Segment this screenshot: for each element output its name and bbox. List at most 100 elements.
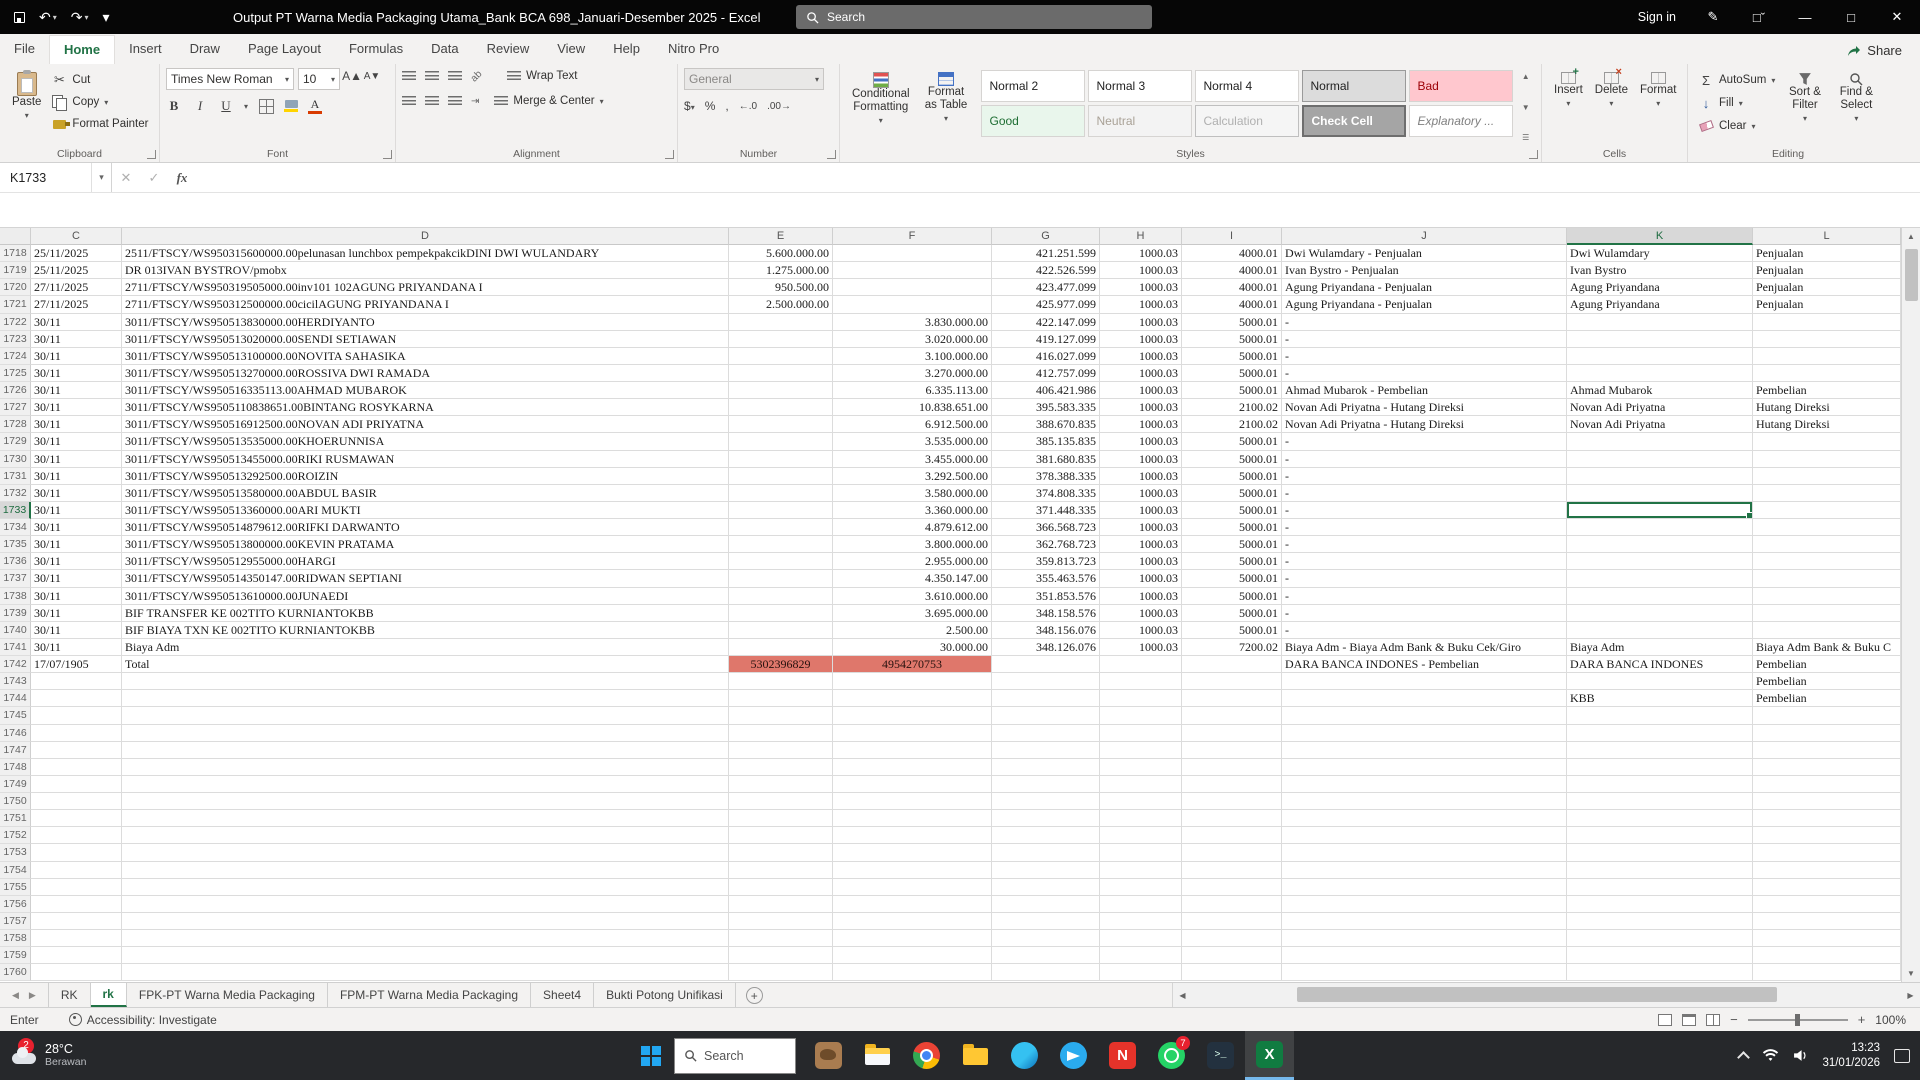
cell-style-normal-2[interactable]: Normal 2 [981,70,1085,102]
cell-I1726[interactable]: 5000.01 [1182,382,1282,399]
cell-E1725[interactable] [729,365,833,382]
cell-H1721[interactable]: 1000.03 [1100,296,1182,313]
cell-J1729[interactable]: - [1282,433,1567,450]
cell-C1723[interactable]: 30/11 [31,331,122,348]
cell-E1742[interactable]: 5302396829 [729,656,833,673]
merge-center-button[interactable]: Merge & Center▾ [490,93,607,109]
cell-J1733[interactable]: - [1282,502,1567,519]
cell-style-bad[interactable]: Bad [1409,70,1513,102]
sheet-tab-fpm-pt-warna-media-packaging[interactable]: FPM-PT Warna Media Packaging [328,983,531,1007]
cell-I1733[interactable]: 5000.01 [1182,502,1282,519]
cell-style-normal[interactable]: Normal [1302,70,1406,102]
cell-K1749[interactable] [1567,776,1753,793]
font-color-button[interactable]: A [308,99,322,114]
cell-I1732[interactable]: 5000.01 [1182,485,1282,502]
cell-I1728[interactable]: 2100.02 [1182,416,1282,433]
cell-C1724[interactable]: 30/11 [31,348,122,365]
cell-D1749[interactable] [122,776,729,793]
cell-F1760[interactable] [833,964,992,981]
cell-I1750[interactable] [1182,793,1282,810]
cell-J1752[interactable] [1282,827,1567,844]
cell-H1730[interactable]: 1000.03 [1100,451,1182,468]
cell-E1752[interactable] [729,827,833,844]
maximize-button[interactable]: □ [1828,0,1874,34]
cell-K1743[interactable] [1567,673,1753,690]
font-size-select[interactable]: 10▾ [298,68,340,90]
cell-J1748[interactable] [1282,759,1567,776]
cell-E1759[interactable] [729,947,833,964]
vertical-scrollbar[interactable]: ▲ ▼ [1901,228,1920,982]
cell-D1722[interactable]: 3011/FTSCY/WS950513830000.00HERDIYANTO [122,314,729,331]
cell-D1748[interactable] [122,759,729,776]
cell-I1735[interactable]: 5000.01 [1182,536,1282,553]
find-select-button[interactable]: Find & Select▾ [1831,68,1882,146]
cell-D1733[interactable]: 3011/FTSCY/WS950513360000.00ARI MUKTI [122,502,729,519]
taskbar-clock[interactable]: 13:23 31/01/2026 [1822,1041,1880,1071]
cell-C1728[interactable]: 30/11 [31,416,122,433]
cell-H1727[interactable]: 1000.03 [1100,399,1182,416]
row-header-1759[interactable]: 1759 [0,947,31,964]
cell-J1759[interactable] [1282,947,1567,964]
cell-H1759[interactable] [1100,947,1182,964]
format-painter-button[interactable]: Format Painter [47,114,152,134]
cell-F1728[interactable]: 6.912.500.00 [833,416,992,433]
cell-D1737[interactable]: 3011/FTSCY/WS950514350147.00RIDWAN SEPTI… [122,570,729,587]
cell-H1733[interactable]: 1000.03 [1100,502,1182,519]
cell-F1751[interactable] [833,810,992,827]
cell-L1718[interactable]: Penjualan [1753,245,1901,262]
row-header-1757[interactable]: 1757 [0,913,31,930]
cell-H1757[interactable] [1100,913,1182,930]
cell-I1748[interactable] [1182,759,1282,776]
cell-K1734[interactable] [1567,519,1753,536]
cell-H1728[interactable]: 1000.03 [1100,416,1182,433]
cell-L1754[interactable] [1753,862,1901,879]
cell-L1752[interactable] [1753,827,1901,844]
row-header-1749[interactable]: 1749 [0,776,31,793]
orientation-icon[interactable]: ab [469,68,485,84]
cell-C1725[interactable]: 30/11 [31,365,122,382]
cell-D1751[interactable] [122,810,729,827]
row-header-1725[interactable]: 1725 [0,365,31,382]
comma-format-icon[interactable]: , [725,99,728,113]
cell-L1732[interactable] [1753,485,1901,502]
cell-D1742[interactable]: Total [122,656,729,673]
cell-G1736[interactable]: 359.813.723 [992,553,1100,570]
cell-L1759[interactable] [1753,947,1901,964]
cell-H1718[interactable]: 1000.03 [1100,245,1182,262]
chrome-taskbar-button[interactable] [902,1031,951,1080]
cell-D1728[interactable]: 3011/FTSCY/WS950516912500.00NOVAN ADI PR… [122,416,729,433]
cell-G1749[interactable] [992,776,1100,793]
cell-C1751[interactable] [31,810,122,827]
cell-G1731[interactable]: 378.388.335 [992,468,1100,485]
row-header-1747[interactable]: 1747 [0,742,31,759]
cell-E1720[interactable]: 950.500.00 [729,279,833,296]
cell-K1742[interactable]: DARA BANCA INDONES [1567,656,1753,673]
speaker-icon[interactable] [1793,1049,1808,1062]
cell-C1734[interactable]: 30/11 [31,519,122,536]
cell-E1757[interactable] [729,913,833,930]
cell-K1744[interactable]: KBB [1567,690,1753,707]
cell-C1733[interactable]: 30/11 [31,502,122,519]
cell-L1746[interactable] [1753,725,1901,742]
cell-G1743[interactable] [992,673,1100,690]
row-header-1748[interactable]: 1748 [0,759,31,776]
action-center-icon[interactable] [1894,1049,1910,1063]
cell-F1753[interactable] [833,844,992,861]
cell-L1750[interactable] [1753,793,1901,810]
column-header-L[interactable]: L [1753,228,1901,245]
cell-K1732[interactable] [1567,485,1753,502]
cell-G1739[interactable]: 348.158.576 [992,605,1100,622]
row-header-1730[interactable]: 1730 [0,451,31,468]
nitro-taskbar-button[interactable]: N [1098,1031,1147,1080]
number-format-select[interactable]: General▾ [684,68,824,90]
cell-C1754[interactable] [31,862,122,879]
cell-style-check-cell[interactable]: Check Cell [1302,105,1406,137]
taskbar-search[interactable]: Search [674,1038,796,1074]
format-as-table-button[interactable]: Format as Table▾ [916,68,977,146]
row-header-1729[interactable]: 1729 [0,433,31,450]
cell-E1728[interactable] [729,416,833,433]
ribbon-tab-nitro-pro[interactable]: Nitro Pro [654,35,733,64]
cell-H1751[interactable] [1100,810,1182,827]
cell-K1747[interactable] [1567,742,1753,759]
cell-I1760[interactable] [1182,964,1282,981]
